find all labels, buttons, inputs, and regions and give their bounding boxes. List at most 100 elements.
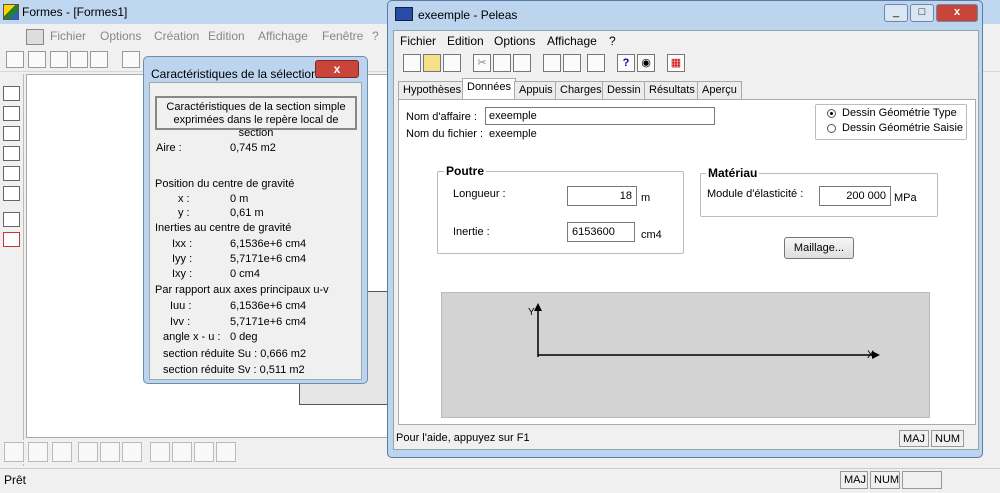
paste-icon[interactable] xyxy=(513,54,531,72)
print-setup-icon[interactable] xyxy=(563,54,581,72)
cut-icon[interactable]: ✂ xyxy=(473,54,491,72)
section-su: section réduite Su : 0,666 m2 xyxy=(163,348,307,360)
calculator-icon[interactable]: ▦ xyxy=(667,54,685,72)
aire-label: Aire : xyxy=(156,142,182,154)
ixy-label: Ixy : xyxy=(172,268,193,280)
inertie-input[interactable]: 6153600 xyxy=(567,222,635,242)
dimension-icon[interactable] xyxy=(3,232,20,247)
new-icon[interactable] xyxy=(403,54,421,72)
formes-status-empty xyxy=(902,471,942,489)
triangle-icon[interactable] xyxy=(3,126,20,141)
close-icon[interactable]: x xyxy=(315,60,359,78)
iyy-value: 5,7171e+6 cm4 xyxy=(230,253,307,265)
section-heading-line2: exprimées dans le repère local de sectio… xyxy=(173,114,339,139)
menu-edition[interactable]: Edition xyxy=(447,34,484,48)
align-icon-6[interactable] xyxy=(122,442,142,462)
tab-appuis[interactable]: Appuis xyxy=(514,81,558,99)
formes-menu-help[interactable]: ? xyxy=(372,29,379,43)
inertie-label: Inertie : xyxy=(453,226,490,238)
print-icon[interactable] xyxy=(543,54,561,72)
print-icon[interactable] xyxy=(70,51,88,68)
gravity-title: Position du centre de gravité xyxy=(155,178,295,190)
open-icon[interactable] xyxy=(423,54,441,72)
aire-value: 0,745 m2 xyxy=(230,142,276,154)
arc-icon[interactable] xyxy=(3,166,20,181)
nom-affaire-input[interactable]: exeemple xyxy=(485,107,715,125)
gravity-y-value: 0,61 m xyxy=(230,207,264,219)
principal-title: Par rapport aux axes principaux u-v xyxy=(155,284,329,296)
formes-menu-creation[interactable]: Création xyxy=(154,29,199,43)
circle-icon[interactable] xyxy=(3,106,20,121)
angle-label: angle x - u : xyxy=(163,331,221,343)
radio-geometrie-saisie[interactable] xyxy=(827,124,836,133)
formes-window-title: Formes - [Formes1] xyxy=(22,5,128,19)
peleas-app-icon xyxy=(395,7,413,21)
context-help-icon[interactable]: ◉ xyxy=(637,54,655,72)
close-icon[interactable]: x xyxy=(936,4,978,22)
tab-hypotheses[interactable]: Hypothèses xyxy=(398,81,467,99)
formes-menu-affichage[interactable]: Affichage xyxy=(258,29,308,43)
radio-geometrie-type-label[interactable]: Dessin Géométrie Type xyxy=(842,107,957,119)
formes-menu-options[interactable]: Options xyxy=(100,29,141,43)
x-axis-label: X xyxy=(867,349,875,361)
distribute-icon-4[interactable] xyxy=(216,442,236,462)
maximize-icon[interactable]: □ xyxy=(910,4,934,22)
formes-menu-fenetre[interactable]: Fenêtre xyxy=(322,29,363,43)
distribute-icon-1[interactable] xyxy=(150,442,170,462)
module-label: Module d'élasticité : xyxy=(707,188,804,200)
tool-icon[interactable] xyxy=(122,51,140,68)
distribute-icon-2[interactable] xyxy=(172,442,192,462)
materiau-title: Matériau xyxy=(706,166,760,180)
tab-charges[interactable]: Charges xyxy=(555,81,607,99)
ixy-value: 0 cm4 xyxy=(230,268,260,280)
save-icon[interactable] xyxy=(443,54,461,72)
menu-options[interactable]: Options xyxy=(494,34,535,48)
radio-geometrie-type[interactable] xyxy=(827,109,836,118)
tab-donnees[interactable]: Données xyxy=(462,78,517,100)
small-rect-icon[interactable] xyxy=(3,212,20,227)
preview-icon[interactable] xyxy=(587,54,605,72)
ixx-label: Ixx : xyxy=(172,238,193,250)
copy-icon[interactable] xyxy=(493,54,511,72)
open-icon[interactable] xyxy=(28,51,46,68)
ixx-value: 6,1536e+6 cm4 xyxy=(230,238,307,250)
rectangle-icon[interactable] xyxy=(3,86,20,101)
gravity-x-label: x : xyxy=(178,193,190,205)
formes-status-maj: MAJ xyxy=(840,471,868,489)
nom-fichier-label: Nom du fichier : xyxy=(406,128,484,140)
module-input[interactable]: 200 000 xyxy=(819,186,891,206)
align-icon-2[interactable] xyxy=(28,442,48,462)
module-unit: MPa xyxy=(894,192,917,204)
distribute-icon-3[interactable] xyxy=(194,442,214,462)
help-icon[interactable]: ? xyxy=(617,54,635,72)
align-icon-5[interactable] xyxy=(100,442,120,462)
tab-dessin[interactable]: Dessin xyxy=(602,81,646,99)
menu-fichier[interactable]: Fichier xyxy=(400,34,436,48)
ivv-label: Ivv : xyxy=(170,316,191,328)
new-icon[interactable] xyxy=(6,51,24,68)
menu-affichage[interactable]: Affichage xyxy=(547,34,597,48)
section-heading-line1: Caractéristiques de la section simple xyxy=(166,101,346,113)
poutre-group xyxy=(437,171,684,254)
maillage-button[interactable]: Maillage... xyxy=(784,237,854,259)
formes-menu-fichier[interactable]: Fichier xyxy=(50,29,86,43)
longueur-input[interactable]: 18 xyxy=(567,186,637,206)
formes-doc-icon[interactable] xyxy=(26,29,44,45)
gravity-x-value: 0 m xyxy=(230,193,249,205)
longueur-label: Longueur : xyxy=(453,188,506,200)
formes-app-icon xyxy=(3,4,19,20)
iuu-value: 6,1536e+6 cm4 xyxy=(230,300,307,312)
minimize-icon[interactable]: _ xyxy=(884,4,908,22)
tab-apercu[interactable]: Aperçu xyxy=(697,81,742,99)
menu-help[interactable]: ? xyxy=(609,34,616,48)
align-icon-1[interactable] xyxy=(4,442,24,462)
diamond-icon[interactable] xyxy=(3,146,20,161)
save-icon[interactable] xyxy=(50,51,68,68)
radio-geometrie-saisie-label[interactable]: Dessin Géométrie Saisie xyxy=(842,122,963,134)
align-icon-4[interactable] xyxy=(78,442,98,462)
preview-icon[interactable] xyxy=(90,51,108,68)
tab-resultats[interactable]: Résultats xyxy=(644,81,700,99)
formes-menu-edition[interactable]: Edition xyxy=(208,29,245,43)
align-icon-3[interactable] xyxy=(52,442,72,462)
polygon-icon[interactable] xyxy=(3,186,20,201)
